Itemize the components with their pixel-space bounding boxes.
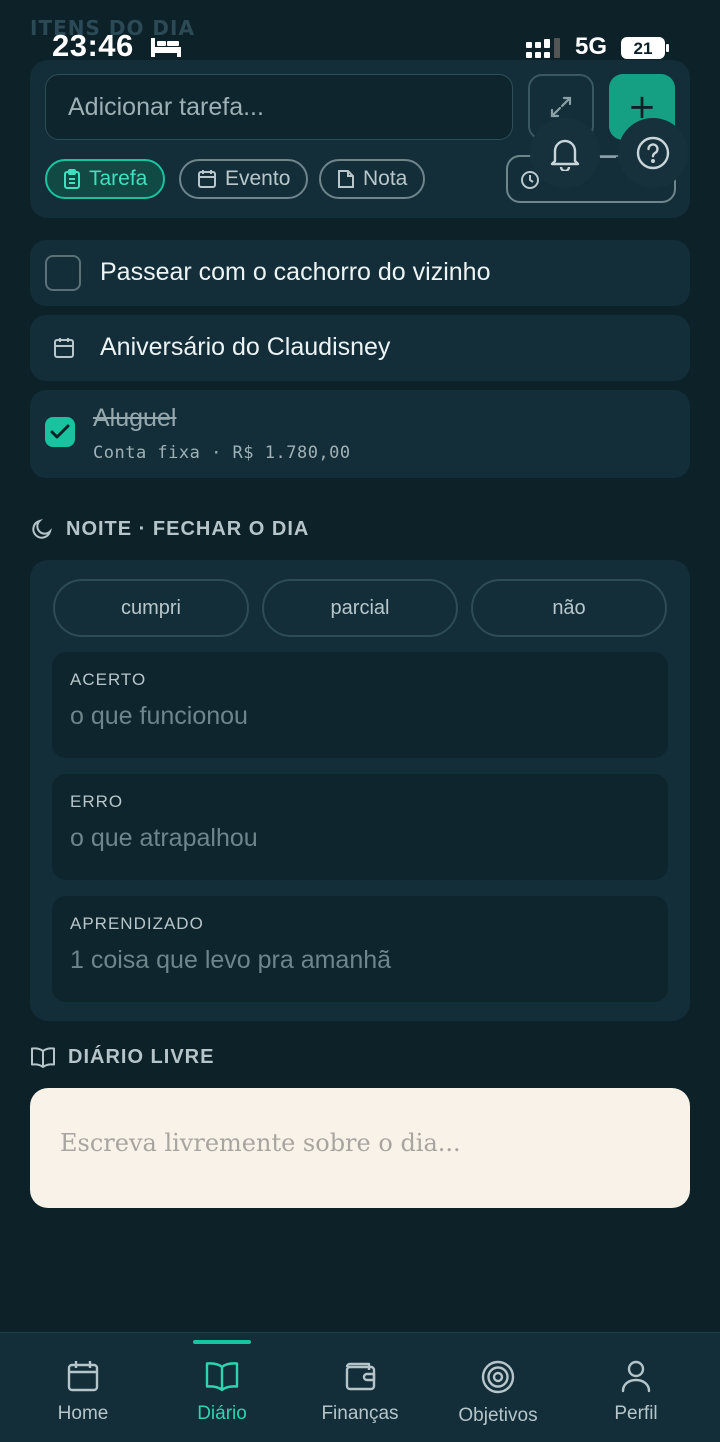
help-icon	[636, 136, 670, 170]
wallet-icon	[345, 1362, 376, 1391]
user-icon	[621, 1360, 651, 1393]
network-label: 5G	[575, 33, 608, 60]
field-placeholder: o que atrapalhou	[70, 824, 258, 852]
bill-checkbox[interactable]	[45, 417, 75, 447]
calendar-icon	[54, 338, 74, 358]
option-parcial[interactable]: parcial	[262, 579, 458, 637]
expand-icon	[550, 96, 572, 118]
check-icon	[50, 424, 70, 439]
book-open-icon	[31, 1047, 55, 1068]
section-title: NOITE · FECHAR O DIA	[66, 517, 310, 540]
option-cumpri[interactable]: cumpri	[53, 579, 249, 637]
svg-text:21: 21	[634, 39, 653, 58]
help-button[interactable]	[618, 118, 688, 188]
aprendizado-field[interactable]: APRENDIZADO 1 coisa que levo pra amanhã	[52, 896, 668, 1002]
task-input[interactable]: Adicionar tarefa...	[45, 74, 513, 140]
item-title: Aluguel	[93, 404, 177, 432]
nav-perfil[interactable]: Perfil	[566, 1333, 706, 1442]
book-open-icon	[205, 1362, 239, 1392]
nav-objetivos[interactable]: Objetivos	[428, 1333, 568, 1442]
option-nao[interactable]: não	[471, 579, 667, 637]
divider	[600, 156, 616, 158]
type-chip-nota[interactable]: Nota	[319, 159, 426, 199]
journal-textarea[interactable]: Escreva livremente sobre o dia...	[30, 1088, 690, 1208]
status-time: 23:46	[52, 28, 134, 63]
list-item-event[interactable]: Aniversário do Claudisney	[30, 315, 690, 381]
calendar-icon	[198, 170, 216, 188]
field-label: APRENDIZADO	[70, 914, 204, 933]
item-subtitle: Conta fixa · R$ 1.780,00	[93, 443, 351, 463]
notifications-button[interactable]	[530, 118, 600, 188]
nav-diario[interactable]: Diário	[152, 1333, 292, 1442]
calendar-icon	[67, 1361, 99, 1392]
battery-icon: 21	[620, 36, 670, 60]
note-icon	[338, 170, 354, 188]
type-chip-tarefa[interactable]: Tarefa	[45, 159, 166, 199]
type-chip-evento[interactable]: Evento	[179, 159, 309, 199]
nav-financas[interactable]: Finanças	[290, 1333, 430, 1442]
bell-icon	[550, 139, 580, 171]
acerto-field[interactable]: ACERTO o que funcionou	[52, 652, 668, 758]
erro-field[interactable]: ERRO o que atrapalhou	[52, 774, 668, 880]
target-icon	[481, 1360, 515, 1394]
field-placeholder: 1 coisa que levo pra amanhã	[70, 946, 392, 974]
item-title: Aniversário do Claudisney	[100, 333, 391, 361]
active-tab-indicator	[193, 1340, 251, 1344]
field-placeholder: o que funcionou	[70, 702, 248, 730]
item-title: Passear com o cachorro do vizinho	[100, 258, 491, 286]
clipboard-icon	[64, 169, 80, 189]
bottom-navigation: Home Diário Finanças Objetivos Perfil	[0, 1332, 720, 1442]
list-item-bill[interactable]: Aluguel Conta fixa · R$ 1.780,00	[30, 390, 690, 478]
nav-home[interactable]: Home	[13, 1333, 153, 1442]
list-item-task[interactable]: Passear com o cachorro do vizinho	[30, 240, 690, 306]
field-label: ERRO	[70, 792, 124, 811]
bed-icon	[150, 36, 182, 62]
moon-icon	[32, 518, 53, 539]
task-checkbox[interactable]	[45, 255, 81, 291]
journal-section-header: DIÁRIO LIVRE	[30, 1045, 214, 1069]
night-section-header: NOITE · FECHAR O DIA	[30, 517, 309, 541]
field-label: ACERTO	[70, 670, 147, 689]
section-title: DIÁRIO LIVRE	[68, 1045, 215, 1068]
